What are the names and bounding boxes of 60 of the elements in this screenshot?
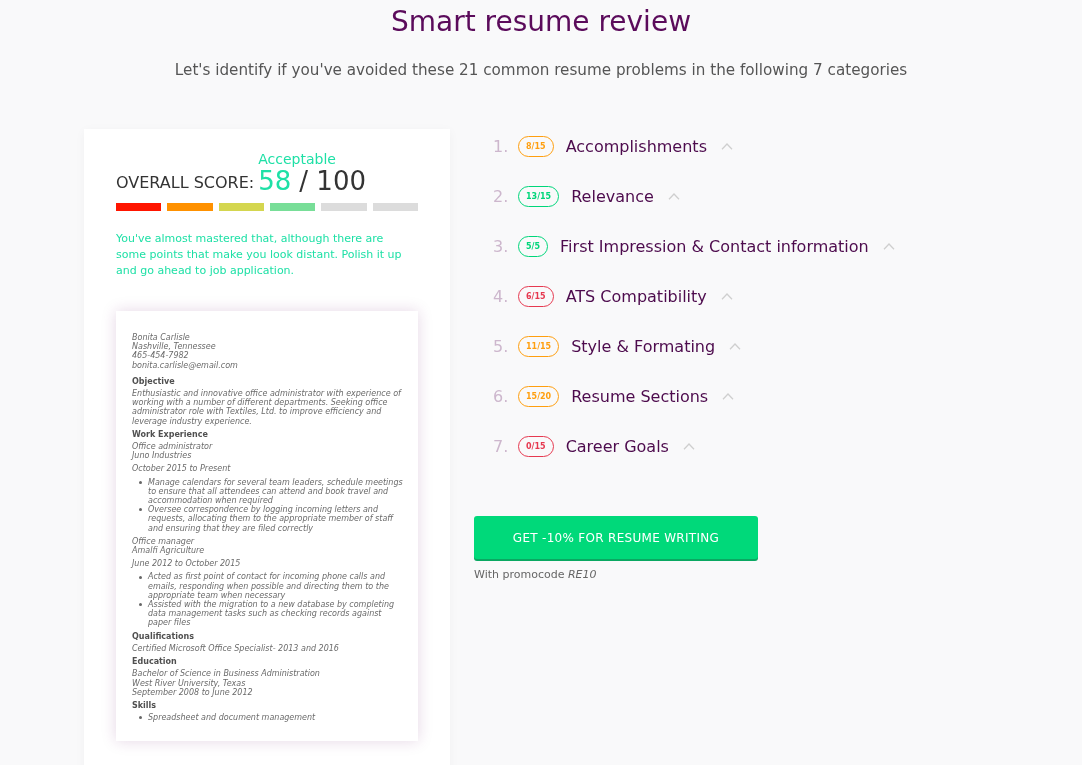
resume-line: Amalfi Agriculture [132,546,206,556]
category-number: 1. [493,136,510,156]
resume-bullet-text: Acted as first point of contact for incoming phone calls and emails, responding when possible and directing them to the appropriate team when necessary [148,572,389,601]
chevron-up-icon[interactable] [882,242,895,250]
category-number: 6. [493,386,510,406]
chevron-up-icon[interactable] [720,292,733,300]
bullet-icon [139,575,142,579]
category-title: First Impression & Contact information [560,236,869,256]
resume-writing-button[interactable]: GET -10% FOR RESUME WRITING [474,516,758,559]
resume-paragraph: Enthusiastic and innovative office administrator with experience of working with a number of different departments. Seeking office administrator role with Textiles, Ltd. to improve efficiency and leverage industry experience. [132,389,403,426]
category-number: 5. [493,336,510,356]
category-title: Career Goals [565,436,669,456]
category-number: 7. [493,436,510,456]
bullet-icon [139,508,142,512]
page-title: Smart resume review [389,4,693,40]
resume-contact-line: Nashville, Tennessee [132,342,217,352]
category-title: Relevance [571,186,654,206]
chevron-up-icon[interactable] [682,442,695,450]
resume-heading: Education [132,657,178,667]
chevron-up-icon[interactable] [729,342,742,350]
resume-line: June 2012 to October 2015 [132,559,242,569]
score-label: OVERALL SCORE: [116,173,255,194]
resume-contact-line: Bonita Carlisle [132,333,191,342]
promocode-note: With promocode RE10 [474,568,598,581]
resume-contact-line: bonita.carlisle@email.com [132,360,239,370]
bullet-icon [139,716,142,720]
resume-line: October 2015 to Present [132,464,232,474]
resume-heading: Objective [132,376,176,386]
score-max: / 100 [299,167,366,195]
chevron-up-icon[interactable] [720,142,733,150]
chevron-up-icon[interactable] [667,192,680,200]
resume-bullet-text: Oversee correspondence by logging incoming letters and requests, allocating them to the appropriate member of staff and ensuring that they are filed correctly [148,505,395,533]
resume-line: West River University, Texas [132,678,246,688]
chevron-up-icon[interactable] [722,392,735,400]
category-number: 4. [493,286,510,306]
resume-line: Certified Microsoft Office Specialist- 2013 and 2016 [132,643,340,654]
resume-line: Office manager [132,536,195,547]
score-value: 58 [258,167,292,195]
resume-heading: Skills [132,700,158,711]
resume-bullet-text: Assisted with the migration to a new database by completing data management tasks such as checking records against paper files [148,600,396,628]
resume-bullet-text: Manage calendars for several team leaders, schedule meetings to ensure that all attendees can attend and book travel and accommodation when required [148,477,404,506]
score-rating: Acceptable [258,151,337,167]
resume-line: Bachelor of Science in Business Administration [132,669,321,679]
resume-line: Juno Industries [132,451,193,461]
resume-heading: Work Experience [132,429,209,440]
resume-bullet-text: Spreadsheet and document management [148,713,317,723]
resume-heading: Qualifications [132,631,195,641]
category-title: Style & Formating [571,336,716,356]
resume-contact-line: 465-454-7982 [132,351,190,361]
bullet-icon [139,480,142,484]
page-subtitle: Let's identify if you've avoided these 21 common resume problems in the following 7 categories [173,60,909,80]
category-number: 3. [493,236,510,256]
score-description: You've almost mastered that, although there are some points that make you look distant. Polish it up and go ahead to job application. [116,231,403,279]
category-title: Accomplishments [565,136,707,156]
category-number: 2. [493,186,510,206]
category-title: Resume Sections [571,386,709,406]
resume-line: Office administrator [132,442,214,452]
bullet-icon [139,603,142,607]
category-title: ATS Compatibility [565,286,707,306]
resume-line: September 2008 to June 2012 [132,687,254,697]
